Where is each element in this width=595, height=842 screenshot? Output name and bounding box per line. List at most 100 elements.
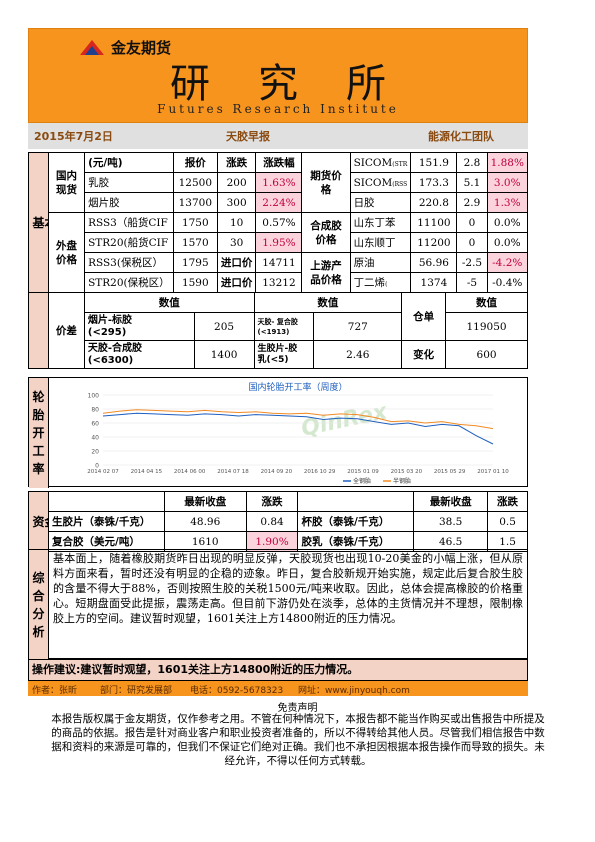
x-tick-label: 2015 03 20 (391, 469, 423, 475)
price-header: 报价 (172, 152, 218, 173)
y-tick-label: 100 (88, 393, 100, 400)
section-label-tire: 轮胎开工率 (29, 378, 49, 488)
spread-name: 天胶-合成胶 (<6300) (83, 340, 195, 369)
synthetic-price: 11100 (410, 212, 458, 233)
spread-table: 价差 数值 数值 仓单 数值 烟片-标胶 (<295) 205 天胶- 复合胶 (<… (28, 292, 528, 369)
synthetic-label: 合成胶价格 (301, 212, 351, 253)
upstream-price: 1374 (410, 272, 458, 293)
foreign-pct: 0.57% (255, 212, 303, 233)
spread-value: 1400 (193, 340, 255, 369)
section-label-analysis: 综合分析 (29, 550, 49, 660)
spread-name: 天胶- 复合胶 (<1913) (253, 312, 315, 341)
report-date: 2015年7月2日 (34, 130, 113, 143)
fund-name: 杯胶（泰铢/千克） (297, 511, 415, 532)
legend-label: 全钢胎 (353, 477, 371, 485)
x-tick-label: 2014 07 18 (217, 469, 249, 475)
foreign-price: 1590 (172, 272, 218, 293)
x-tick-label: 2017 01 10 (477, 469, 509, 475)
change-header: 涨跌 (245, 491, 299, 512)
domestic-price: 13700 (172, 192, 218, 213)
futures-pct: 3.0% (486, 172, 528, 193)
futures-pct: 1.88% (486, 152, 528, 173)
foreign-pct: 1.95% (255, 232, 303, 253)
spread-value-header: 数值 (83, 292, 255, 313)
synthetic-pct: 0.0% (486, 212, 528, 233)
foreign-price: 1795 (172, 252, 218, 273)
foreign-name: RSS3（船货CIF (84, 212, 174, 233)
y-tick-label: 40 (91, 435, 99, 442)
y-tick-label: 60 (91, 421, 99, 428)
fund-change: 0.5 (487, 511, 528, 532)
analysis-section: 综合分析 基本面上，随着橡胶期货昨日出现的明显反弹，天胶现货也出现10-20美金… (28, 549, 528, 660)
footer-author: 作者：张昕 (32, 686, 78, 696)
change-header: 涨跌 (216, 152, 257, 173)
domestic-pct: 2.24% (255, 192, 303, 213)
close-header: 最新收盘 (413, 491, 489, 512)
change-value: 600 (445, 340, 528, 369)
futures-price: 220.8 (410, 192, 458, 213)
footer-bar: 作者：张昕 部门：研究发展部 电话：0592-5678323 网址：www.ji… (28, 681, 528, 696)
x-tick-label: 2015 05 29 (434, 469, 466, 475)
futures-name: 日胶 (349, 192, 412, 213)
domestic-pct: 1.63% (255, 172, 303, 193)
spread-value: 205 (193, 312, 255, 341)
footer-site: 网址：www.jinyouqh.com (298, 686, 410, 696)
futures-pct: 1.3% (486, 192, 528, 213)
foreign-price: 1570 (172, 232, 218, 253)
futures-price: 151.9 (410, 152, 458, 173)
foreign-name: STR20(保税区） (84, 272, 174, 293)
domestic-change: 300 (216, 192, 257, 213)
fund-close: 38.5 (413, 511, 489, 532)
domestic-label: 国内现货 (48, 152, 86, 213)
spread-name: 烟片-标胶 (<295) (83, 312, 195, 341)
x-tick-label: 2015 01 09 (347, 469, 379, 475)
spread-value: 2.46 (313, 340, 403, 369)
foreign-name: RSS3(保税区） (84, 252, 174, 273)
spread-value: 727 (313, 312, 403, 341)
synthetic-change: 0 (456, 232, 488, 253)
upstream-label: 上游产品价格 (301, 252, 351, 293)
change-label: 变化 (401, 340, 447, 369)
legend-label: 半钢胎 (393, 477, 411, 485)
fund-change: 0.84 (245, 511, 299, 532)
x-tick-label: 2016 10 29 (304, 469, 336, 475)
x-tick-label: 2014 02 07 (87, 469, 119, 475)
foreign-price: 1750 (172, 212, 218, 233)
upstream-name: 丁二烯( (349, 272, 412, 293)
chart-watermark: QinRex (299, 399, 390, 442)
import-price-label: 进口价 (216, 272, 257, 293)
futures-label: 期货价格 (301, 152, 351, 213)
foreign-change: 10 (216, 212, 257, 233)
synthetic-price: 11200 (410, 232, 458, 253)
fund-table: 资金面 最新收盘 涨跌 最新收盘 涨跌 生胶片（泰铢/千克） 48.96 0.8… (28, 491, 528, 552)
domestic-name: 乳胶 (84, 172, 174, 193)
spread-name: 生胶片-胶 乳(<5) (253, 340, 315, 369)
warehouse-value: 119050 (445, 312, 528, 341)
futures-name: SICOM(RSS (349, 172, 412, 193)
report-type: 天胶早报 (226, 130, 270, 143)
section-label-basic: 基本面 (27, 152, 50, 293)
chart-title: 国内轮胎开工率（周度） (248, 381, 347, 393)
tire-chart: 国内轮胎开工率（周度）QinRex0204060801002014 02 07 2… (87, 381, 509, 485)
futures-name: SICOM(STR (349, 152, 412, 173)
footer-dept: 部门：研究发展部 (100, 686, 173, 696)
upstream-change: -2.5 (456, 252, 488, 273)
operation-advice: 操作建议:建议暂时观望，1601关注上方14800附近的压力情况。 (28, 659, 528, 681)
futures-change: 2.9 (456, 192, 488, 213)
upstream-pct: -4.2% (486, 252, 528, 273)
section-label-fund: 资金面 (28, 491, 49, 552)
change-header: 涨跌 (487, 491, 528, 512)
spread-value-header: 数值 (253, 292, 403, 313)
series-line-0 (102, 412, 494, 445)
fund-close: 48.96 (163, 511, 247, 532)
footer-phone: 电话：0592-5678323 (190, 686, 284, 696)
spread-label: 价差 (47, 292, 85, 369)
upstream-change: -5 (456, 272, 488, 293)
futures-change: 2.8 (456, 152, 488, 173)
y-tick-label: 20 (91, 449, 99, 456)
warehouse-label: 仓单 (401, 292, 447, 341)
synthetic-name: 山东顺丁 (349, 232, 412, 253)
fund-name: 生胶片（泰铢/千克） (47, 511, 165, 532)
disclaimer-text: 本报告版权属于金友期货，仅作参考之用。不管在何种情况下，本报告都不能当作购买或出… (51, 713, 545, 767)
upstream-pct: -0.4% (486, 272, 528, 293)
